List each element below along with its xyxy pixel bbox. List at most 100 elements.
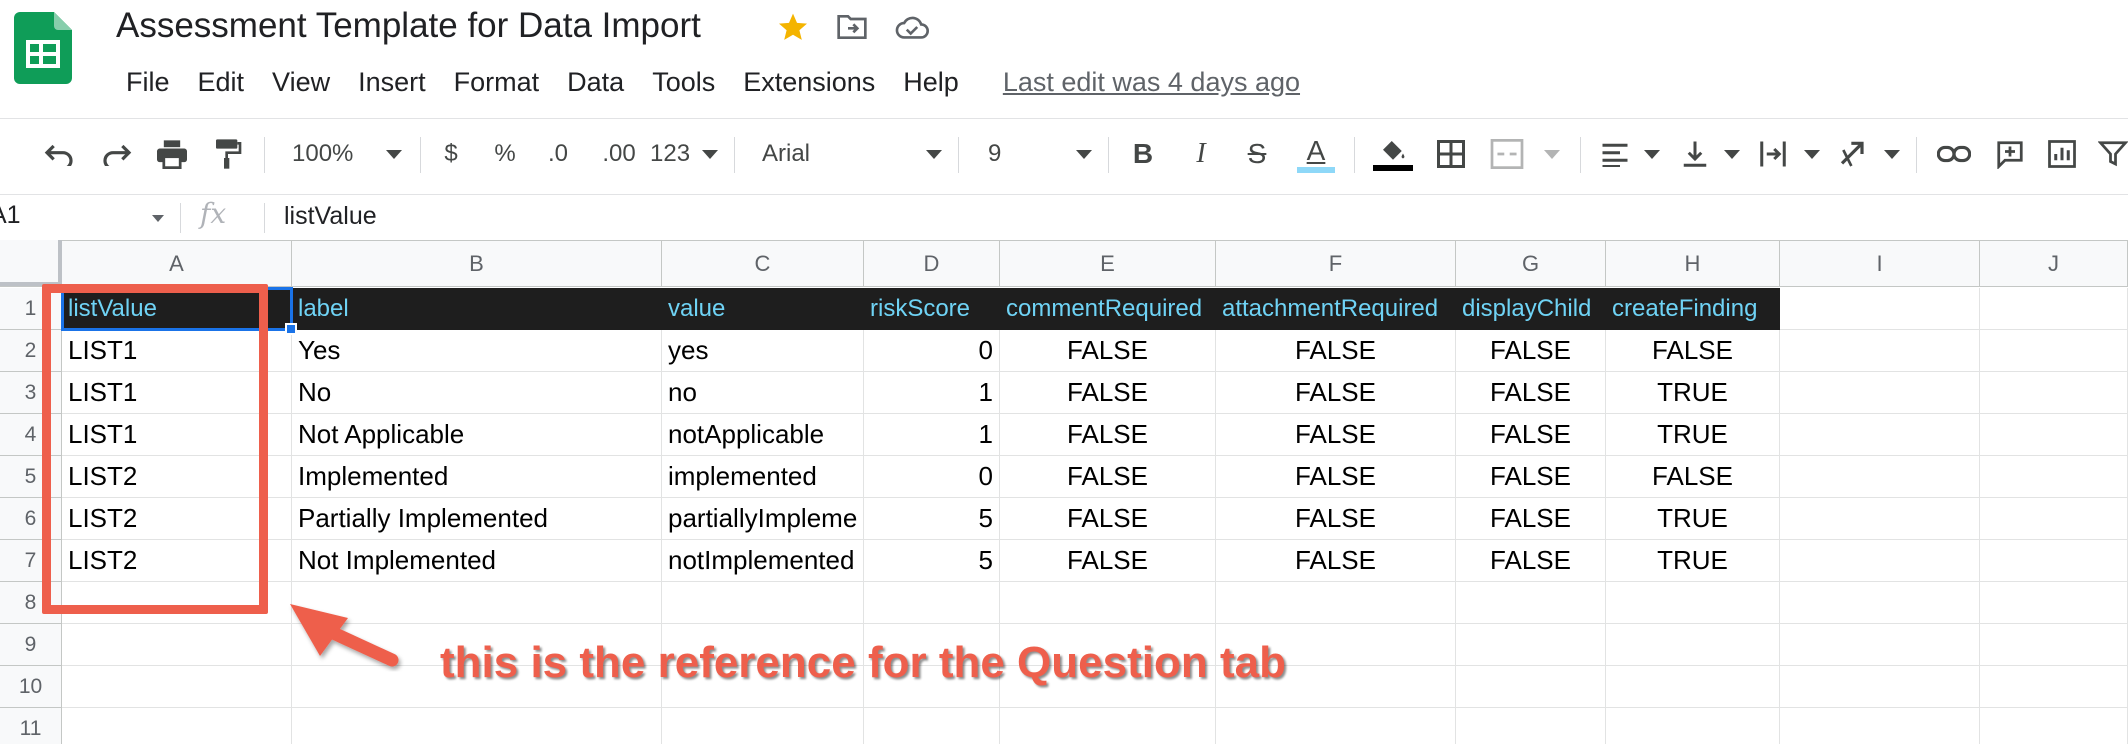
cell-e7[interactable]: FALSE	[1000, 540, 1216, 582]
name-box[interactable]: A1	[0, 201, 21, 230]
vertical-align-icon[interactable]	[1680, 133, 1740, 175]
empty-cell[interactable]	[1456, 582, 1606, 624]
bold-button[interactable]: B	[1126, 133, 1160, 175]
cell-g6[interactable]: FALSE	[1456, 498, 1606, 540]
cell-d4[interactable]: 1	[864, 414, 1000, 456]
cell-f7[interactable]: FALSE	[1216, 540, 1456, 582]
cell-e2[interactable]: FALSE	[1000, 330, 1216, 372]
empty-cell[interactable]	[1780, 414, 1980, 456]
empty-cell[interactable]	[1780, 498, 1980, 540]
empty-cell[interactable]	[1980, 288, 2128, 330]
cell-e5[interactable]: FALSE	[1000, 456, 1216, 498]
strikethrough-button[interactable]: S	[1240, 133, 1274, 175]
empty-cell[interactable]	[1980, 624, 2128, 666]
header-cell-b1[interactable]: label	[292, 288, 662, 330]
print-icon[interactable]	[152, 133, 192, 175]
cell-h5[interactable]: FALSE	[1606, 456, 1780, 498]
header-cell-d1[interactable]: riskScore	[864, 288, 1000, 330]
decrease-decimal-button[interactable]: .0	[538, 133, 578, 175]
empty-cell[interactable]	[864, 708, 1000, 744]
select-all-corner[interactable]	[0, 240, 62, 286]
empty-cell[interactable]	[1980, 582, 2128, 624]
column-header-g[interactable]: G	[1456, 241, 1606, 287]
cell-c5[interactable]: implemented	[662, 456, 864, 498]
empty-cell[interactable]	[1606, 708, 1780, 744]
menu-insert[interactable]: Insert	[344, 67, 440, 98]
empty-cell[interactable]	[1980, 540, 2128, 582]
row-header-10[interactable]: 10	[0, 666, 62, 708]
header-cell-f1[interactable]: attachmentRequired	[1216, 288, 1456, 330]
cell-c7[interactable]: notImplemented	[662, 540, 864, 582]
empty-cell[interactable]	[292, 582, 662, 624]
cell-b4[interactable]: Not Applicable	[292, 414, 662, 456]
empty-cell[interactable]	[864, 582, 1000, 624]
sheets-logo-icon[interactable]	[14, 12, 72, 84]
cell-b7[interactable]: Not Implemented	[292, 540, 662, 582]
column-header-i[interactable]: I	[1780, 241, 1980, 287]
cell-h3[interactable]: TRUE	[1606, 372, 1780, 414]
empty-cell[interactable]	[1780, 456, 1980, 498]
cell-d2[interactable]: 0	[864, 330, 1000, 372]
cell-g4[interactable]: FALSE	[1456, 414, 1606, 456]
menu-help[interactable]: Help	[889, 67, 973, 98]
cell-g7[interactable]: FALSE	[1456, 540, 1606, 582]
menu-format[interactable]: Format	[440, 67, 554, 98]
empty-cell[interactable]	[1456, 666, 1606, 708]
insert-comment-icon[interactable]	[1990, 133, 2030, 175]
header-cell-e1[interactable]: commentRequired	[1000, 288, 1216, 330]
increase-decimal-button[interactable]: .00	[594, 133, 644, 175]
empty-cell[interactable]	[1216, 582, 1456, 624]
number-format-select[interactable]: 123	[650, 133, 718, 175]
cell-g2[interactable]: FALSE	[1456, 330, 1606, 372]
header-cell-h1[interactable]: createFinding	[1606, 288, 1780, 330]
empty-cell[interactable]	[1606, 582, 1780, 624]
menu-extensions[interactable]: Extensions	[729, 67, 889, 98]
menu-edit[interactable]: Edit	[184, 67, 259, 98]
empty-cell[interactable]	[292, 708, 662, 744]
cell-b3[interactable]: No	[292, 372, 662, 414]
empty-cell[interactable]	[1980, 372, 2128, 414]
cell-f3[interactable]: FALSE	[1216, 372, 1456, 414]
empty-cell[interactable]	[1780, 540, 1980, 582]
empty-cell[interactable]	[1000, 582, 1216, 624]
column-header-f[interactable]: F	[1216, 241, 1456, 287]
column-header-h[interactable]: H	[1606, 241, 1780, 287]
cell-d7[interactable]: 5	[864, 540, 1000, 582]
undo-icon[interactable]	[40, 133, 78, 175]
empty-cell[interactable]	[62, 624, 292, 666]
empty-cell[interactable]	[1606, 666, 1780, 708]
empty-cell[interactable]	[1980, 456, 2128, 498]
paint-format-icon[interactable]	[210, 133, 246, 175]
row-header-9[interactable]: 9	[0, 624, 62, 666]
cell-g3[interactable]: FALSE	[1456, 372, 1606, 414]
fill-handle[interactable]	[285, 323, 297, 335]
column-header-j[interactable]: J	[1980, 241, 2128, 287]
empty-cell[interactable]	[1980, 708, 2128, 744]
empty-cell[interactable]	[1780, 624, 1980, 666]
cell-d6[interactable]: 5	[864, 498, 1000, 540]
cloud-saved-icon[interactable]	[894, 10, 930, 44]
header-cell-g1[interactable]: displayChild	[1456, 288, 1606, 330]
column-header-c[interactable]: C	[662, 241, 864, 287]
cell-d5[interactable]: 0	[864, 456, 1000, 498]
move-to-folder-icon[interactable]	[834, 10, 870, 44]
cell-f6[interactable]: FALSE	[1216, 498, 1456, 540]
percent-button[interactable]: %	[490, 133, 520, 175]
empty-cell[interactable]	[1780, 288, 1980, 330]
empty-cell[interactable]	[1780, 330, 1980, 372]
empty-cell[interactable]	[62, 666, 292, 708]
zoom-select[interactable]: 100%	[292, 133, 402, 175]
cell-c4[interactable]: notApplicable	[662, 414, 864, 456]
cell-f5[interactable]: FALSE	[1216, 456, 1456, 498]
empty-cell[interactable]	[1000, 708, 1216, 744]
text-wrapping-icon[interactable]	[1758, 133, 1820, 175]
merge-cells-icon[interactable]	[1490, 133, 1560, 175]
empty-cell[interactable]	[62, 708, 292, 744]
empty-cell[interactable]	[1780, 666, 1980, 708]
cell-g5[interactable]: FALSE	[1456, 456, 1606, 498]
empty-cell[interactable]	[662, 582, 864, 624]
fill-color-icon[interactable]	[1372, 133, 1414, 175]
cell-e4[interactable]: FALSE	[1000, 414, 1216, 456]
empty-cell[interactable]	[1780, 372, 1980, 414]
cell-h4[interactable]: TRUE	[1606, 414, 1780, 456]
